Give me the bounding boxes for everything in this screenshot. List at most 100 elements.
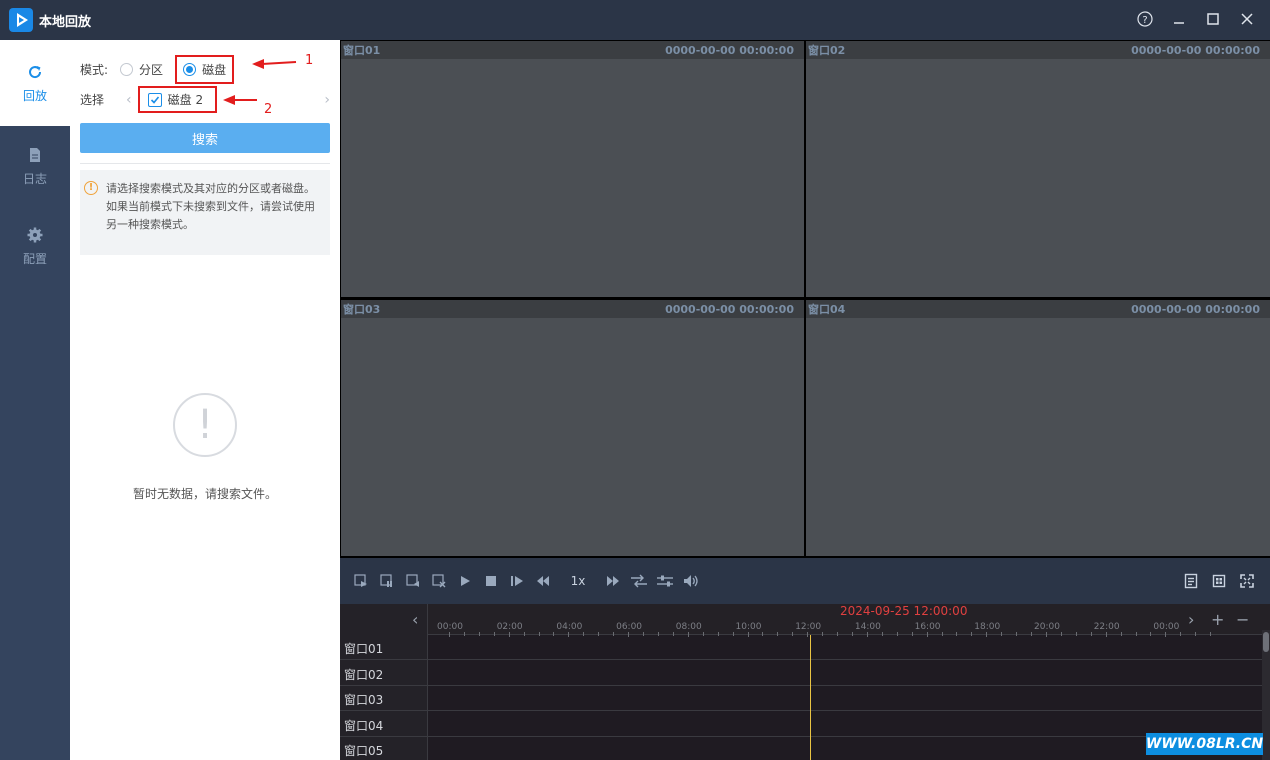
pane-time: 0000-00-00 00:00:00	[665, 302, 794, 316]
close-button[interactable]	[1238, 10, 1256, 28]
nav-item-log[interactable]: 日志	[0, 126, 70, 206]
nav-label: 日志	[22, 171, 47, 186]
timeline-row[interactable]: 窗口05	[340, 737, 1262, 760]
slow-down-icon[interactable]	[530, 568, 556, 594]
empty-state-text: 暂时无数据，请搜索文件。	[132, 487, 277, 501]
annotation-arrow-1	[252, 59, 297, 69]
zoom-in-icon[interactable]: +	[1211, 610, 1224, 629]
pane-header: 窗口04 0000-00-00 00:00:00	[806, 300, 1270, 318]
pane-header: 窗口03 0000-00-00 00:00:00	[341, 300, 804, 318]
timeline-tick-label: 00:00	[437, 622, 463, 632]
maximize-button[interactable]	[1204, 10, 1222, 28]
timeline-row-label: 窗口05	[344, 744, 384, 758]
info-icon: !	[84, 181, 98, 195]
rewind-all-icon[interactable]	[400, 568, 426, 594]
window-title: 本地回放	[39, 14, 92, 30]
scroll-thumb[interactable]	[1263, 632, 1269, 652]
timeline-prev-icon[interactable]: ‹	[412, 610, 418, 629]
radio-disk[interactable]	[183, 63, 197, 76]
radio-disk-label: 磁盘	[202, 63, 227, 77]
timeline-tick-label: 18:00	[974, 622, 1001, 632]
timeline-row-label: 窗口02	[344, 668, 384, 682]
timeline-scrollbar[interactable]	[1262, 630, 1270, 760]
adjust-icon[interactable]	[652, 568, 678, 594]
play-icon[interactable]	[452, 568, 478, 594]
timeline-row[interactable]: 窗口03	[340, 686, 1262, 711]
chevron-left-icon[interactable]: ‹	[126, 92, 132, 108]
timeline-row[interactable]: 窗口04	[340, 712, 1262, 737]
watermark: WWW.08LR.CN	[1146, 733, 1263, 755]
video-pane[interactable]: 窗口03 0000-00-00 00:00:00	[341, 300, 804, 556]
mode-option-disk[interactable]: 磁盘	[175, 55, 235, 84]
speed-indicator[interactable]: 1x	[556, 574, 600, 588]
chevron-right-icon[interactable]: ›	[324, 92, 330, 108]
timeline-tick-label: 14:00	[854, 622, 881, 632]
gear-icon	[26, 226, 44, 246]
refresh-icon	[26, 63, 44, 83]
nav-item-playback[interactable]: 回放	[0, 40, 70, 126]
help-icon[interactable]: ?	[1136, 10, 1154, 28]
search-button[interactable]: 搜索	[80, 123, 330, 153]
timeline-next-icon[interactable]: ›	[1188, 610, 1194, 629]
timeline-tick-label: 02:00	[496, 622, 523, 632]
timeline-tick-label: 08:00	[675, 622, 702, 632]
mode-row: 模式: 分区 磁盘	[80, 55, 235, 84]
file-list-icon[interactable]	[1178, 568, 1204, 594]
timeline-tick-label: 00:00	[1153, 622, 1180, 632]
zoom-out-icon[interactable]: −	[1236, 610, 1249, 629]
document-icon	[27, 146, 43, 166]
pane-time: 0000-00-00 00:00:00	[1131, 302, 1260, 316]
play-all-icon[interactable]	[348, 568, 374, 594]
title-bar: 本地回放 ?	[0, 0, 1270, 40]
mode-option-partition[interactable]: 分区	[108, 61, 163, 78]
playback-toolbar: 1x	[340, 558, 1270, 604]
pane-title: 窗口02	[808, 44, 846, 57]
pane-title: 窗口01	[343, 44, 381, 57]
annotation-label-2: 2	[264, 102, 273, 117]
video-pane[interactable]: 窗口01 0000-00-00 00:00:00	[341, 41, 804, 297]
tip-text: 请选择搜索模式及其对应的分区或者磁盘。如果当前模式下未搜索到文件，请尝试使用另一…	[106, 182, 315, 231]
select-label: 选择	[80, 93, 105, 107]
timeline: ‹ 2024-09-25 12:00:00 00:00 02:00 04:00 06:…	[340, 604, 1270, 760]
empty-state-icon: !	[173, 393, 237, 457]
minimize-button[interactable]	[1170, 10, 1188, 28]
timeline-current-time: 2024-09-25 12:00:00	[840, 604, 968, 618]
disk-item[interactable]: 磁盘 2	[137, 86, 218, 113]
video-grid: 窗口01 0000-00-00 00:00:00 窗口02 0000-00-00…	[340, 40, 1270, 558]
speed-up-icon[interactable]	[600, 568, 626, 594]
step-forward-icon[interactable]	[504, 568, 530, 594]
mode-label: 模式:	[80, 63, 109, 77]
timeline-row-label: 窗口01	[344, 642, 384, 656]
pane-time: 0000-00-00 00:00:00	[1131, 43, 1260, 57]
timeline-row-label: 窗口03	[344, 693, 384, 707]
pane-header: 窗口01 0000-00-00 00:00:00	[341, 41, 804, 59]
timeline-tick-label: 16:00	[914, 622, 941, 632]
nav-label: 配置	[22, 251, 47, 266]
fullscreen-icon[interactable]	[1234, 568, 1260, 594]
stop-all-icon[interactable]	[426, 568, 452, 594]
timeline-tick-label: 12:00	[795, 622, 822, 632]
timeline-cursor[interactable]	[810, 635, 811, 760]
timeline-row[interactable]: 窗口02	[340, 661, 1262, 686]
pause-all-icon[interactable]	[374, 568, 400, 594]
pane-header: 窗口02 0000-00-00 00:00:00	[806, 41, 1270, 59]
video-pane[interactable]: 窗口04 0000-00-00 00:00:00	[806, 300, 1270, 556]
nav-item-config[interactable]: 配置	[0, 206, 70, 286]
left-nav: 回放 日志 配置	[0, 40, 70, 760]
timeline-tick-label: 10:00	[735, 622, 762, 632]
sync-icon[interactable]	[626, 568, 652, 594]
grid-layout-icon[interactable]	[1206, 568, 1232, 594]
timeline-ruler[interactable]: 2024-09-25 12:00:00 00:00 02:00 04:00 06:00…	[428, 604, 1270, 637]
select-row: 选择 ‹ 磁盘 2 ›	[80, 86, 330, 113]
nav-label: 回放	[22, 88, 47, 103]
radio-partition[interactable]	[120, 63, 134, 76]
stop-icon[interactable]	[478, 568, 504, 594]
video-pane[interactable]: 窗口02 0000-00-00 00:00:00	[806, 41, 1270, 297]
app-logo	[9, 8, 33, 32]
disk-item-label: 磁盘 2	[167, 93, 204, 107]
volume-icon[interactable]	[678, 568, 704, 594]
search-panel: 模式: 分区 磁盘 选择 ‹ 磁盘 2 › 搜索 ! 请选择搜索模式及其对应的分…	[70, 40, 340, 760]
disk-checkbox[interactable]	[147, 92, 162, 107]
annotation-label-1: 1	[305, 53, 314, 68]
timeline-row[interactable]: 窗口01	[340, 635, 1262, 660]
